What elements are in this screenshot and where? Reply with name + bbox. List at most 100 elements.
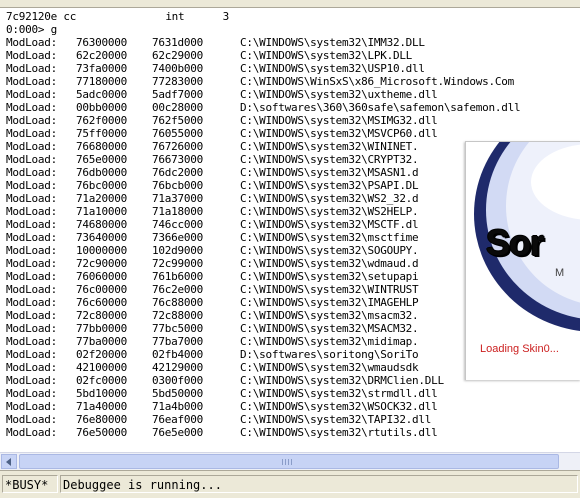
module-start-address: 00bb0000 <box>76 101 127 114</box>
module-end-address: 5adf7000 <box>152 88 203 101</box>
module-start-address: 02f20000 <box>76 348 127 361</box>
module-end-address: 77bc5000 <box>152 322 203 335</box>
module-path: C:\WINDOWS\system32\msacm32. <box>240 309 419 322</box>
module-end-address: 762f5000 <box>152 114 203 127</box>
module-end-address: 71a18000 <box>152 205 203 218</box>
module-start-address: 76e80000 <box>76 413 127 426</box>
module-start-address: 76060000 <box>76 270 127 283</box>
busy-indicator: *BUSY* <box>2 475 58 493</box>
modload-prefix: ModLoad: <box>6 296 57 309</box>
splash-logo-text: Sor <box>486 222 544 263</box>
module-end-address: 0300f000 <box>152 374 203 387</box>
modload-prefix: ModLoad: <box>6 49 57 62</box>
splash-loading-status: Loading Skin0... <box>480 343 559 355</box>
status-bar: *BUSY* Debuggee is running... <box>0 470 580 498</box>
module-end-address: 76726000 <box>152 140 203 153</box>
module-end-address: 71a4b000 <box>152 400 203 413</box>
module-end-address: 761b6000 <box>152 270 203 283</box>
module-path: C:\WINDOWS\system32\TAPI32.dll <box>240 413 432 426</box>
module-path: C:\WINDOWS\system32\LPK.DLL <box>240 49 413 62</box>
modload-prefix: ModLoad: <box>6 166 57 179</box>
modload-prefix: ModLoad: <box>6 127 57 140</box>
modload-prefix: ModLoad: <box>6 88 57 101</box>
module-start-address: 71a20000 <box>76 192 127 205</box>
module-path: C:\WINDOWS\system32\PSAPI.DL <box>240 179 419 192</box>
modload-prefix: ModLoad: <box>6 62 57 75</box>
status-message: Debuggee is running... <box>60 475 578 493</box>
modload-prefix: ModLoad: <box>6 101 57 114</box>
modload-prefix: ModLoad: <box>6 335 57 348</box>
module-start-address: 10000000 <box>76 244 127 257</box>
module-path: C:\WINDOWS\system32\MSVCP60.dll <box>240 127 438 140</box>
module-path: C:\WINDOWS\system32\DRMClien.DLL <box>240 374 444 387</box>
module-end-address: 71a37000 <box>152 192 203 205</box>
module-path: C:\WINDOWS\system32\WSOCK32.dll <box>240 400 438 413</box>
module-path: D:\softwares\360\360safe\safemon\safemon… <box>240 101 521 114</box>
module-start-address: 76bc0000 <box>76 179 127 192</box>
module-end-address: 746cc000 <box>152 218 203 231</box>
module-start-address: 77bb0000 <box>76 322 127 335</box>
modload-prefix: ModLoad: <box>6 192 57 205</box>
module-start-address: 72c80000 <box>76 309 127 322</box>
arrow-left-icon <box>6 458 11 466</box>
module-end-address: 76bcb000 <box>152 179 203 192</box>
module-path: C:\WINDOWS\system32\IMM32.DLL <box>240 36 425 49</box>
module-start-address: 73640000 <box>76 231 127 244</box>
module-end-address: 76055000 <box>152 127 203 140</box>
module-end-address: 7366e000 <box>152 231 203 244</box>
module-path: C:\WINDOWS\system32\SOGOUPY. <box>240 244 419 257</box>
scroll-left-button[interactable] <box>1 454 17 469</box>
modload-prefix: ModLoad: <box>6 36 57 49</box>
module-start-address: 76e50000 <box>76 426 127 439</box>
module-start-address: 765e0000 <box>76 153 127 166</box>
module-end-address: 00c28000 <box>152 101 203 114</box>
modload-prefix: ModLoad: <box>6 218 57 231</box>
module-start-address: 76300000 <box>76 36 127 49</box>
modload-prefix: ModLoad: <box>6 400 57 413</box>
modload-prefix: ModLoad: <box>6 205 57 218</box>
module-end-address: 7631d000 <box>152 36 203 49</box>
modload-prefix: ModLoad: <box>6 413 57 426</box>
module-path: C:\WINDOWS\system32\WS2HELP. <box>240 205 419 218</box>
modload-prefix: ModLoad: <box>6 361 57 374</box>
splash-subtext: M <box>555 267 565 279</box>
module-start-address: 42100000 <box>76 361 127 374</box>
module-path: C:\WINDOWS\system32\MSASN1.d <box>240 166 419 179</box>
module-end-address: 62c29000 <box>152 49 203 62</box>
module-path: D:\softwares\soritong\SoriTo <box>240 348 419 361</box>
modload-prefix: ModLoad: <box>6 387 57 400</box>
module-path: C:\WINDOWS\WinSxS\x86_Microsoft.Windows.… <box>240 75 515 88</box>
module-path: C:\WINDOWS\system32\WINTRUST <box>240 283 419 296</box>
module-path: C:\WINDOWS\system32\wdmaud.d <box>240 257 419 270</box>
module-start-address: 71a40000 <box>76 400 127 413</box>
modload-prefix: ModLoad: <box>6 140 57 153</box>
module-path: C:\WINDOWS\system32\WININET. <box>240 140 419 153</box>
modload-prefix: ModLoad: <box>6 231 57 244</box>
module-path: C:\WINDOWS\system32\msctfime <box>240 231 419 244</box>
module-start-address: 73fa0000 <box>76 62 127 75</box>
module-start-address: 76680000 <box>76 140 127 153</box>
modload-prefix: ModLoad: <box>6 426 57 439</box>
modload-prefix: ModLoad: <box>6 114 57 127</box>
module-start-address: 62c20000 <box>76 49 127 62</box>
module-start-address: 76db0000 <box>76 166 127 179</box>
module-end-address: 76c2e000 <box>152 283 203 296</box>
modload-prefix: ModLoad: <box>6 348 57 361</box>
module-end-address: 5bd50000 <box>152 387 203 400</box>
modload-prefix: ModLoad: <box>6 374 57 387</box>
module-start-address: 5bd10000 <box>76 387 127 400</box>
module-end-address: 76eaf000 <box>152 413 203 426</box>
horizontal-scrollbar[interactable] <box>0 452 580 470</box>
modload-prefix: ModLoad: <box>6 244 57 257</box>
module-start-address: 74680000 <box>76 218 127 231</box>
module-end-address: 7400b000 <box>152 62 203 75</box>
modload-prefix: ModLoad: <box>6 257 57 270</box>
module-start-address: 02fc0000 <box>76 374 127 387</box>
module-end-address: 76dc2000 <box>152 166 203 179</box>
module-start-address: 71a10000 <box>76 205 127 218</box>
module-end-address: 76c88000 <box>152 296 203 309</box>
module-path: C:\WINDOWS\system32\MSCTF.dl <box>240 218 419 231</box>
scrollbar-thumb[interactable] <box>19 454 559 469</box>
module-start-address: 75ff0000 <box>76 127 127 140</box>
module-end-address: 76e5e000 <box>152 426 203 439</box>
